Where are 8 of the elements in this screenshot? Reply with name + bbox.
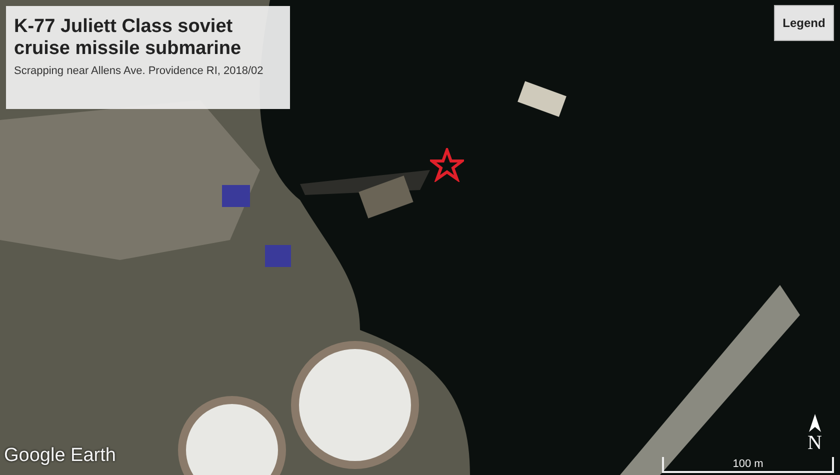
compass-label: N	[808, 432, 822, 455]
north-arrow-icon	[808, 414, 821, 432]
placemark-description: Scrapping near Allens Ave. Providence RI, 2018/02	[14, 65, 264, 77]
star-marker-icon[interactable]	[430, 148, 464, 182]
app-logo: Google Earth	[4, 445, 116, 467]
legend-button[interactable]: Legend	[774, 5, 834, 41]
scale-bar: 100 m	[662, 457, 834, 473]
placemark-title: K-77 Juliett Class soviet cruise missile submarine	[14, 16, 242, 60]
